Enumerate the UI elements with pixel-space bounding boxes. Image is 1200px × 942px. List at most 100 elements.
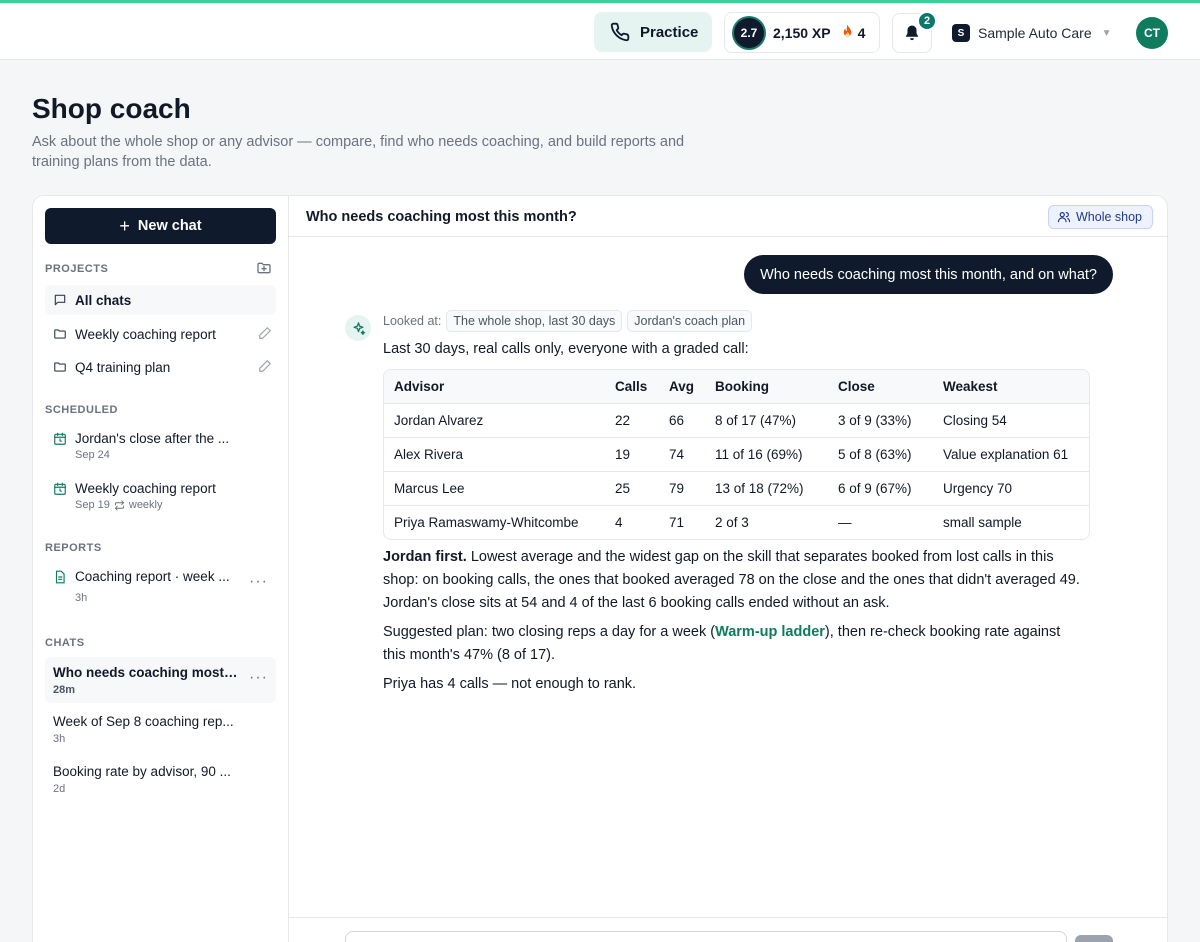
page-subtitle: Ask about the whole shop or any advisor … (32, 134, 685, 170)
user-message: Who needs coaching most this month, and … (744, 255, 1113, 294)
new-chat-label: New chat (137, 218, 202, 234)
practice-button[interactable]: Practice (594, 12, 712, 52)
scheduled-item[interactable]: Weekly coaching report Sep 19 weekly (45, 481, 276, 511)
users-icon (1057, 212, 1071, 223)
answer-intro: Last 30 days, real calls only, everyone … (383, 341, 749, 357)
scheduled-repeat: weekly (128, 499, 163, 511)
message-input[interactable] (345, 931, 1067, 942)
project-q4-training-plan[interactable]: Q4 training plan (45, 352, 276, 382)
shop-name: Sample Auto Care (978, 25, 1092, 41)
chats-heading: CHATS (45, 637, 85, 649)
chat-item[interactable]: Booking rate by advisor, 90 ... 2d (45, 764, 276, 795)
folder-icon (54, 362, 66, 372)
table-cell: 4 (615, 514, 623, 530)
chat-time: 28m (53, 684, 76, 696)
project-all-chats[interactable]: All chats (45, 285, 276, 315)
table-cell: 66 (659, 403, 705, 438)
table-cell: 19 (605, 437, 659, 472)
chat-area: Who needs coaching most this month? Whol… (289, 196, 1167, 942)
answer-paragraph: Priya has 4 calls — not enough to rank. (383, 676, 637, 692)
sidebar: + New chat PROJECTS All chats Weekly coa… (33, 196, 289, 942)
sparkle-icon (345, 315, 371, 341)
table-row: Priya Ramaswamy-Whitcombe 4 71 2 of 3 — … (384, 505, 1089, 539)
projects-heading: PROJECTS (45, 263, 109, 275)
new-folder-icon[interactable] (256, 260, 272, 281)
plus-icon: + (119, 216, 130, 236)
user-avatar[interactable]: CT (1136, 17, 1168, 49)
table-cell: 13 of 18 (72%) (705, 471, 828, 506)
calendar-clock-icon (54, 482, 66, 495)
folder-icon (54, 329, 66, 339)
repeat-icon (114, 499, 125, 511)
scheduled-date: Sep 19 (75, 499, 110, 511)
table-cell: 79 (659, 471, 705, 506)
table-cell: — (838, 514, 852, 530)
xp-stats[interactable]: 2.7 2,150 XP 4 (724, 12, 880, 53)
shop-logo: S (952, 24, 970, 42)
project-weekly-coaching-report[interactable]: Weekly coaching report (45, 319, 276, 349)
answer-paragraph: Suggested plan: two closing reps a day f… (383, 621, 1083, 667)
table-cell: Marcus Lee (384, 471, 605, 506)
more-options-icon[interactable]: ··· (249, 573, 268, 591)
column-header: Weakest (933, 370, 1089, 404)
pencil-icon[interactable] (258, 326, 272, 343)
project-label: All chats (75, 292, 132, 308)
calendar-clock-icon (54, 432, 66, 445)
chat-title: Booking rate by advisor, 90 ... (53, 764, 231, 779)
table-header-row: Advisor Calls Avg Booking Close Weakest (384, 370, 1089, 404)
chat-time: 3h (53, 733, 66, 745)
scheduled-heading: SCHEDULED (45, 404, 118, 416)
source-chip[interactable]: The whole shop, last 30 days (446, 310, 623, 332)
coach-panel: + New chat PROJECTS All chats Weekly coa… (32, 195, 1168, 942)
source-chip[interactable]: Jordan's coach plan (627, 310, 753, 332)
chat-bubble-icon (54, 294, 66, 306)
report-item[interactable]: Coaching report · week ... 3h ··· (45, 569, 276, 604)
column-header: Booking (705, 370, 828, 404)
advisor-table: Advisor Calls Avg Booking Close Weakest … (383, 369, 1090, 540)
table-cell: 22 (605, 403, 659, 438)
level-badge: 2.7 (734, 17, 764, 48)
column-header: Close (828, 370, 933, 404)
table-cell: 25 (605, 471, 659, 506)
xp-count: 2,150 XP (773, 24, 831, 41)
table-cell: Urgency 70 (933, 471, 1089, 506)
notifications-button[interactable]: 2 (892, 11, 937, 53)
table-row: Alex Rivera 19 74 11 of 16 (69%) 5 of 8 … (384, 437, 1089, 472)
table-cell: Jordan Alvarez (384, 403, 605, 438)
table-cell: 8 of 17 (47%) (705, 403, 828, 438)
report-time: 3h (75, 592, 88, 604)
scope-pill[interactable]: Whole shop (1048, 205, 1154, 229)
answer-text: Lowest average and the widest gap on the… (383, 549, 1080, 611)
new-chat-button[interactable]: + New chat (45, 208, 276, 244)
pencil-icon[interactable] (258, 359, 272, 376)
flame-icon (841, 24, 854, 42)
send-button[interactable] (1075, 935, 1113, 942)
table-cell: 11 of 16 (69%) (705, 437, 828, 472)
reports-heading: REPORTS (45, 542, 102, 554)
chat-time: 2d (53, 783, 66, 795)
plan-text: Suggested plan: two closing reps a day f… (383, 624, 716, 640)
more-options-icon[interactable]: ··· (249, 669, 268, 687)
looked-at-row: Looked at: The whole shop, last 30 days … (383, 310, 753, 332)
phone-icon (610, 22, 630, 42)
shop-switcher[interactable]: S Sample Auto Care ▼ (952, 24, 1112, 42)
table-cell: Value explanation 61 (933, 437, 1089, 472)
warm-up-ladder-link[interactable]: Warm-up ladder (715, 624, 825, 640)
chat-header: Who needs coaching most this month? Whol… (289, 196, 1167, 237)
table-cell: 3 of 9 (33%) (828, 403, 933, 438)
report-label: Coaching report · week ... (75, 569, 230, 584)
column-header: Calls (605, 370, 659, 404)
chat-title: Week of Sep 8 coaching rep... (53, 714, 234, 729)
answer-paragraph: Jordan first. Lowest average and the wid… (383, 546, 1083, 615)
table-cell: Closing 54 (933, 403, 1089, 438)
project-label: Weekly coaching report (75, 326, 216, 342)
top-bar: Practice 2.7 2,150 XP 4 2 S Sample Auto … (0, 0, 1200, 60)
chat-item[interactable]: Who needs coaching most ... 28m ··· (45, 657, 276, 703)
chat-title: Who needs coaching most this month? (306, 209, 577, 225)
composer-divider (289, 917, 1167, 918)
scope-label: Whole shop (1076, 210, 1143, 224)
looked-at-label: Looked at: (383, 314, 442, 328)
scheduled-label: Jordan's close after the ... (75, 431, 230, 446)
scheduled-item[interactable]: Jordan's close after the ... Sep 24 (45, 431, 276, 461)
chat-item[interactable]: Week of Sep 8 coaching rep... 3h (45, 714, 276, 745)
